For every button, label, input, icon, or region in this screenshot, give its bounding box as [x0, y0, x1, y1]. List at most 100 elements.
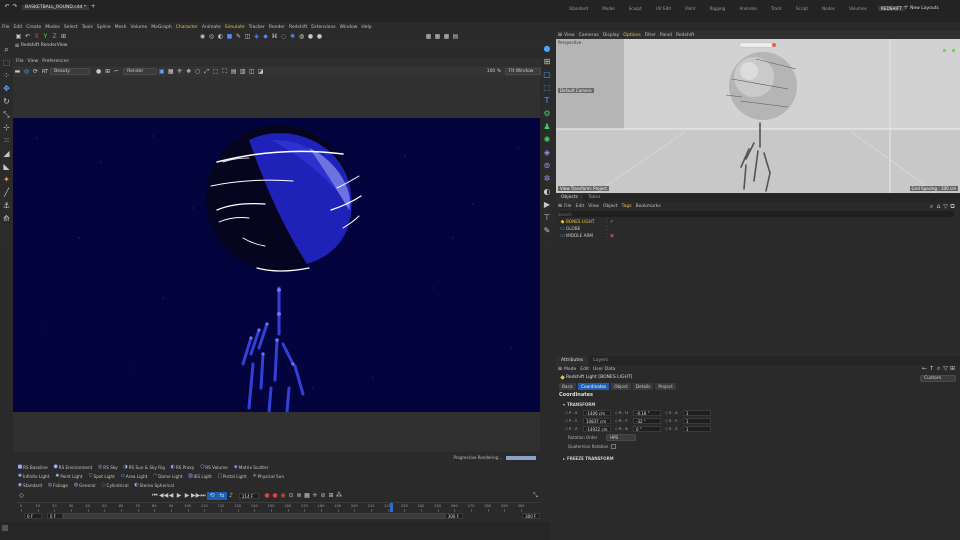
- layout-select[interactable]: New Layouts: [910, 6, 939, 11]
- search-icon[interactable]: ⌕: [935, 365, 942, 373]
- objects-tab-takes[interactable]: Takes: [583, 194, 605, 202]
- workspace-tab-track[interactable]: Track: [768, 6, 785, 11]
- edges-mode-icon[interactable]: ◢: [0, 147, 13, 160]
- prev-key-icon[interactable]: ◀◀: [159, 492, 168, 500]
- rv-menu-preferences[interactable]: Preferences: [42, 59, 68, 64]
- subtab-object[interactable]: Object: [611, 383, 631, 390]
- zoom-level[interactable]: 100 %: [487, 69, 501, 74]
- file-tab[interactable]: BASKETBALL_ROUND.c4d *: [22, 4, 90, 10]
- edit-render-icon[interactable]: ◐: [216, 33, 225, 41]
- rv-menu-file[interactable]: File: [16, 59, 24, 64]
- rs-ipr-icon[interactable]: ●: [306, 33, 315, 41]
- objects-menu-view[interactable]: View: [588, 204, 599, 209]
- coord-field-p[interactable]: 10837 cm: [583, 417, 611, 424]
- coord-field-s[interactable]: 1: [683, 417, 711, 424]
- menu-create[interactable]: Create: [26, 25, 41, 30]
- search-icon[interactable]: ⌕: [928, 203, 935, 211]
- menu-help[interactable]: Help: [361, 25, 371, 30]
- objects-menu-bookmarks[interactable]: Bookmarks: [636, 204, 661, 209]
- shelf-item-cylindrical[interactable]: ◌ Cylindrical: [101, 481, 128, 489]
- menu-volume[interactable]: Volume: [131, 25, 148, 30]
- menu-tracker[interactable]: Tracker: [249, 25, 265, 30]
- object-name[interactable]: BONES LIGHT: [566, 219, 604, 224]
- viewport[interactable]: Perspective Default Camera View Transfor…: [556, 39, 960, 193]
- points-icon[interactable]: ⁘: [0, 69, 13, 82]
- undo-icon[interactable]: ↶: [23, 33, 32, 41]
- menu-mograph[interactable]: MoGraph: [151, 25, 171, 30]
- objects-menu-file[interactable]: File: [564, 204, 572, 209]
- object-row-bones-light[interactable]: ◆ BONES LIGHT ⁚ ✓: [559, 218, 960, 225]
- save-image-icon[interactable]: ▥: [238, 68, 247, 76]
- menu-redshift[interactable]: Redshift: [289, 25, 307, 30]
- select-icon[interactable]: ⬚: [0, 56, 13, 69]
- light-icon[interactable]: ◐: [541, 186, 553, 198]
- object-name[interactable]: MIDDLE ARM: [566, 233, 604, 238]
- key-grid-icon[interactable]: ⊞: [327, 492, 335, 500]
- attributes-mode-select[interactable]: Custom: [920, 375, 956, 382]
- light-icon[interactable]: ✺: [288, 33, 297, 41]
- objects-tab-objects[interactable]: Objects: [556, 194, 584, 202]
- lock-icon[interactable]: ▤: [451, 33, 460, 41]
- shelf-item-rs-baseline[interactable]: ■ RS Baseline: [17, 463, 48, 471]
- camera-icon[interactable]: ◍: [297, 33, 306, 41]
- attributes-menu-user-data[interactable]: User Data: [593, 367, 615, 372]
- workspace-tab-paint[interactable]: Paint: [682, 6, 698, 11]
- workspace-tab-animate[interactable]: Animate: [736, 6, 760, 11]
- new-window-icon[interactable]: ⧉: [949, 203, 956, 211]
- render-icon[interactable]: ◎: [22, 68, 31, 76]
- deformer-icon[interactable]: ◆: [261, 33, 270, 41]
- add-layout-icon[interactable]: +: [902, 4, 910, 12]
- camera-icon[interactable]: ▶: [541, 199, 553, 211]
- prev-frame-icon[interactable]: ◀: [167, 492, 175, 500]
- rotate-icon[interactable]: ↻: [0, 95, 13, 108]
- viewport-menu-options[interactable]: Options: [623, 33, 640, 38]
- text-icon[interactable]: T: [541, 95, 553, 107]
- object-row-middle-arm[interactable]: ▭ MIDDLE ARM ⁚ ◉: [559, 232, 960, 239]
- objects-menu-object[interactable]: Object: [603, 204, 618, 209]
- layout-a-icon[interactable]: ▦: [424, 33, 433, 41]
- shelf-item-rs-sun-sky-rig[interactable]: ◑ RS Sun & Sky Rig: [123, 463, 164, 471]
- scale-icon[interactable]: ⤡: [0, 108, 13, 121]
- rotation-order-select[interactable]: HPB: [606, 434, 636, 441]
- back-icon[interactable]: ←: [921, 365, 928, 373]
- next-key-icon[interactable]: ▶▶: [191, 492, 200, 500]
- shelf-item-stereo-spherical[interactable]: ◐ Stereo Spherical: [134, 481, 174, 489]
- menu-simulate[interactable]: Simulate: [225, 25, 245, 30]
- subdivision-icon[interactable]: ◫: [243, 33, 252, 41]
- key-scale-icon[interactable]: ▦: [303, 492, 311, 500]
- x-axis-icon[interactable]: X: [32, 33, 41, 41]
- coord-field-r[interactable]: 0 °: [633, 425, 661, 432]
- paste-icon[interactable]: ◪: [256, 68, 265, 76]
- undo-icon[interactable]: ↶: [3, 3, 11, 11]
- shelf-item-standard[interactable]: ◉ Standard: [17, 481, 42, 489]
- sphere-icon[interactable]: ●: [541, 43, 553, 55]
- menu-render[interactable]: Render: [269, 25, 285, 30]
- object-name[interactable]: GLOBE: [566, 226, 604, 231]
- region-icon[interactable]: ⬚: [211, 68, 220, 76]
- snapshot-icon[interactable]: ▣: [157, 68, 166, 76]
- menu-file[interactable]: File: [2, 25, 10, 30]
- workplane-icon[interactable]: ⟰: [0, 212, 13, 225]
- objects-menu-tags[interactable]: Tags: [622, 204, 632, 209]
- shelf-item-rs-proxy[interactable]: ◐ RS Proxy: [170, 463, 195, 471]
- attributes-menu-mode[interactable]: Mode: [564, 367, 576, 372]
- quaternion-checkbox[interactable]: [611, 444, 617, 449]
- field-icon[interactable]: ✲: [541, 173, 553, 185]
- shelf-item-area-light[interactable]: ▭ Area Light: [120, 472, 147, 480]
- y-axis-icon[interactable]: Y: [41, 33, 50, 41]
- plane-icon[interactable]: ▢: [541, 69, 553, 81]
- render-view-icon[interactable]: ◉: [198, 33, 207, 41]
- deformer-icon[interactable]: ◈: [541, 147, 553, 159]
- fit-select[interactable]: Fit Window: [505, 68, 541, 75]
- shelf-item-physical-sun[interactable]: ☀ Physical Sun: [252, 472, 284, 480]
- subtab-project[interactable]: Project: [655, 383, 676, 390]
- range-slider[interactable]: [62, 513, 445, 519]
- menu-spline[interactable]: Spline: [97, 25, 111, 30]
- record-icon[interactable]: ●: [263, 492, 271, 500]
- coord-field-r[interactable]: -32 °: [633, 417, 661, 424]
- refresh-icon[interactable]: ⟳: [31, 68, 40, 76]
- dynamics-icon[interactable]: ✺: [541, 134, 553, 146]
- menu-modes[interactable]: Modes: [45, 25, 60, 30]
- key-param-icon[interactable]: ✛: [311, 492, 319, 500]
- knife-icon[interactable]: ╱: [0, 186, 13, 199]
